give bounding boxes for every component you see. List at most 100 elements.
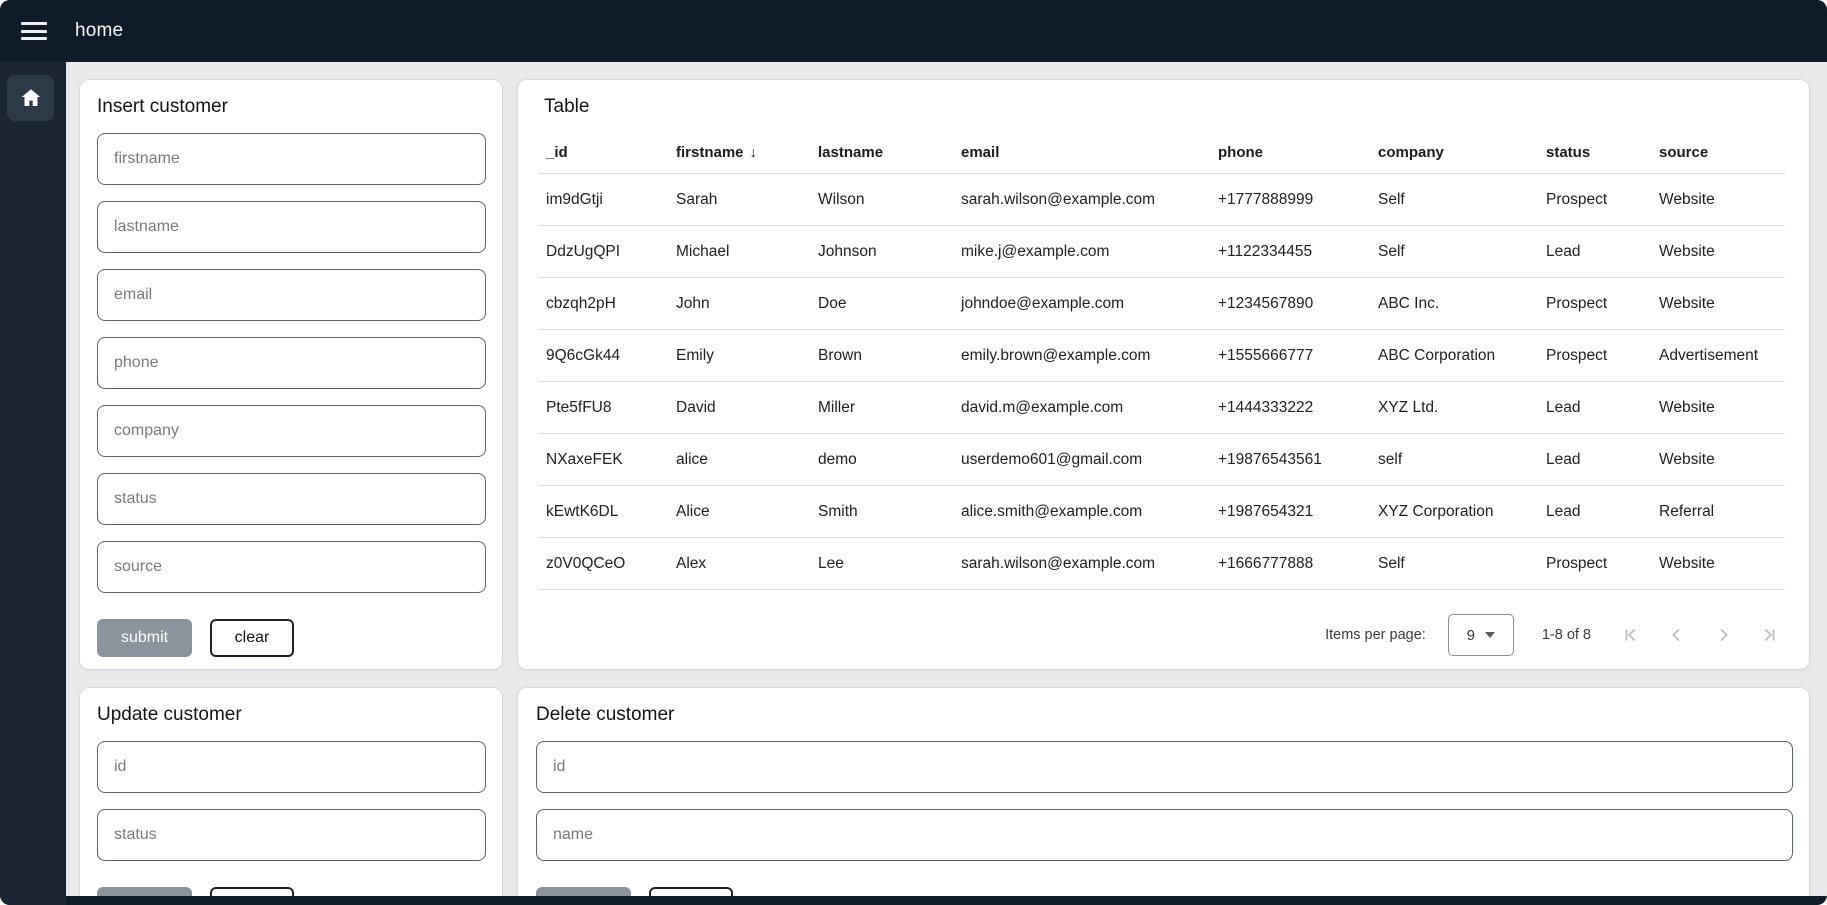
table-row: DdzUgQPI Michael Johnson mike.j@example.… bbox=[538, 226, 1785, 278]
sidebar bbox=[0, 62, 66, 905]
cell-phone: +1555666777 bbox=[1210, 330, 1370, 382]
cell-lastname: demo bbox=[810, 434, 953, 486]
sidebar-item-home[interactable] bbox=[7, 75, 54, 121]
first-page-icon bbox=[1620, 624, 1642, 646]
column-header-phone[interactable]: phone bbox=[1210, 132, 1370, 174]
cell-id: NXaxeFEK bbox=[538, 434, 668, 486]
delete-submit-button[interactable]: submit bbox=[536, 887, 631, 896]
first-page-button[interactable] bbox=[1617, 621, 1645, 649]
email-field[interactable] bbox=[97, 269, 486, 321]
column-header-lastname[interactable]: lastname bbox=[810, 132, 953, 174]
delete-customer-card: Delete customer submit clear bbox=[517, 687, 1810, 896]
main-content: Insert customer submit clear Table bbox=[66, 62, 1827, 896]
cell-source: Website bbox=[1651, 434, 1785, 486]
page-range-label: 1-8 of 8 bbox=[1542, 627, 1591, 643]
cell-company: Self bbox=[1370, 174, 1538, 226]
cell-lastname: Brown bbox=[810, 330, 953, 382]
cell-firstname: Emily bbox=[668, 330, 810, 382]
insert-clear-button[interactable]: clear bbox=[210, 619, 294, 657]
table-row: kEwtK6DL Alice Smith alice.smith@example… bbox=[538, 486, 1785, 538]
table-header-row: _id firstname↓ lastname email phone comp… bbox=[538, 132, 1785, 174]
update-customer-form bbox=[97, 741, 486, 861]
cell-status: Prospect bbox=[1538, 278, 1651, 330]
cell-company: Self bbox=[1370, 226, 1538, 278]
table-row: Pte5fFU8 David Miller david.m@example.co… bbox=[538, 382, 1785, 434]
cell-company: self bbox=[1370, 434, 1538, 486]
source-field[interactable] bbox=[97, 541, 486, 593]
cell-lastname: Smith bbox=[810, 486, 953, 538]
cell-status: Prospect bbox=[1538, 174, 1651, 226]
status-field[interactable] bbox=[97, 473, 486, 525]
cell-firstname: Alice bbox=[668, 486, 810, 538]
chevron-right-icon bbox=[1712, 624, 1734, 646]
next-page-button[interactable] bbox=[1709, 621, 1737, 649]
cell-lastname: Doe bbox=[810, 278, 953, 330]
delete-card-title: Delete customer bbox=[536, 704, 1793, 726]
cell-phone: +1444333222 bbox=[1210, 382, 1370, 434]
cell-source: Website bbox=[1651, 382, 1785, 434]
cell-phone: +1777888999 bbox=[1210, 174, 1370, 226]
last-page-icon bbox=[1758, 624, 1780, 646]
company-field[interactable] bbox=[97, 405, 486, 457]
cell-firstname: alice bbox=[668, 434, 810, 486]
cell-id: z0V0QCeO bbox=[538, 538, 668, 590]
cell-company: Self bbox=[1370, 538, 1538, 590]
table-card-title: Table bbox=[544, 96, 1785, 118]
delete-id-field[interactable] bbox=[536, 741, 1793, 793]
cell-source: Website bbox=[1651, 538, 1785, 590]
cell-source: Website bbox=[1651, 226, 1785, 278]
app-window: home Insert customer submit cl bbox=[0, 0, 1827, 905]
table-row: im9dGtji Sarah Wilson sarah.wilson@examp… bbox=[538, 174, 1785, 226]
previous-page-button[interactable] bbox=[1663, 621, 1691, 649]
table-paginator: Items per page: 9 1-8 of 8 bbox=[518, 601, 1809, 669]
cell-lastname: Wilson bbox=[810, 174, 953, 226]
column-header-source[interactable]: source bbox=[1651, 132, 1785, 174]
cell-id: im9dGtji bbox=[538, 174, 668, 226]
cell-company: ABC Inc. bbox=[1370, 278, 1538, 330]
cell-lastname: Johnson bbox=[810, 226, 953, 278]
items-per-page-select[interactable]: 9 bbox=[1448, 614, 1514, 656]
delete-clear-button[interactable]: clear bbox=[649, 887, 733, 896]
cell-phone: +1987654321 bbox=[1210, 486, 1370, 538]
customers-table: _id firstname↓ lastname email phone comp… bbox=[538, 132, 1785, 590]
table-card: Table _id firstname↓ lastname email phon… bbox=[517, 79, 1810, 670]
table-row: z0V0QCeO Alex Lee sarah.wilson@example.c… bbox=[538, 538, 1785, 590]
table-row: 9Q6cGk44 Emily Brown emily.brown@example… bbox=[538, 330, 1785, 382]
cell-company: XYZ Ltd. bbox=[1370, 382, 1538, 434]
top-app-bar: home bbox=[0, 0, 1827, 62]
cell-email: johndoe@example.com bbox=[953, 278, 1210, 330]
insert-submit-button[interactable]: submit bbox=[97, 619, 192, 657]
column-header-status[interactable]: status bbox=[1538, 132, 1651, 174]
cell-email: sarah.wilson@example.com bbox=[953, 174, 1210, 226]
cell-source: Advertisement bbox=[1651, 330, 1785, 382]
cell-phone: +1122334455 bbox=[1210, 226, 1370, 278]
cell-firstname: Sarah bbox=[668, 174, 810, 226]
cell-source: Website bbox=[1651, 278, 1785, 330]
column-header-email[interactable]: email bbox=[953, 132, 1210, 174]
cell-email: alice.smith@example.com bbox=[953, 486, 1210, 538]
hamburger-menu-icon[interactable] bbox=[21, 20, 51, 42]
update-id-field[interactable] bbox=[97, 741, 486, 793]
firstname-field[interactable] bbox=[97, 133, 486, 185]
cell-status: Lead bbox=[1538, 382, 1651, 434]
column-header-id[interactable]: _id bbox=[538, 132, 668, 174]
column-header-company[interactable]: company bbox=[1370, 132, 1538, 174]
column-header-firstname[interactable]: firstname↓ bbox=[668, 132, 810, 174]
cell-email: emily.brown@example.com bbox=[953, 330, 1210, 382]
delete-name-field[interactable] bbox=[536, 809, 1793, 861]
cell-source: Referral bbox=[1651, 486, 1785, 538]
home-icon bbox=[19, 86, 43, 110]
cell-status: Prospect bbox=[1538, 330, 1651, 382]
update-submit-button[interactable]: submit bbox=[97, 887, 192, 896]
cell-lastname: Miller bbox=[810, 382, 953, 434]
lastname-field[interactable] bbox=[97, 201, 486, 253]
last-page-button[interactable] bbox=[1755, 621, 1783, 649]
update-card-title: Update customer bbox=[97, 704, 486, 726]
insert-customer-card: Insert customer submit clear bbox=[79, 79, 503, 670]
cell-id: DdzUgQPI bbox=[538, 226, 668, 278]
phone-field[interactable] bbox=[97, 337, 486, 389]
cell-status: Prospect bbox=[1538, 538, 1651, 590]
update-status-field[interactable] bbox=[97, 809, 486, 861]
cell-firstname: Alex bbox=[668, 538, 810, 590]
update-clear-button[interactable]: clear bbox=[210, 887, 294, 896]
